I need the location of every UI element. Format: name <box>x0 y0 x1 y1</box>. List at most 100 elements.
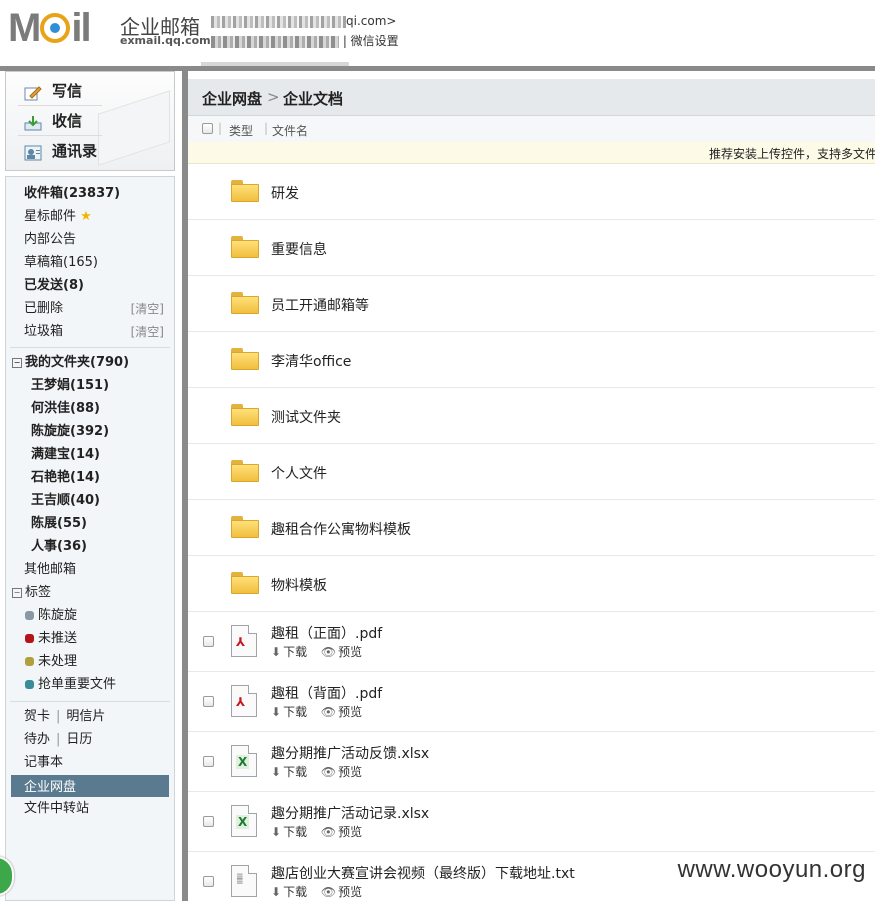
nav-sent[interactable]: 已发送(8) <box>24 276 84 296</box>
eye-icon: 👁 <box>320 885 337 899</box>
preview-link[interactable]: 👁 预览 <box>321 885 362 899</box>
preview-link[interactable]: 👁 预览 <box>321 825 362 839</box>
column-filename[interactable]: 文件名 <box>272 122 308 139</box>
folder-row[interactable]: 趣租合作公寓物料模板 <box>188 500 875 556</box>
preview-link[interactable]: 👁 预览 <box>321 645 362 659</box>
nav-folder[interactable]: 王梦娟(151) <box>31 376 109 396</box>
nav-calendar[interactable]: 日历 <box>66 732 92 747</box>
account-line: | 微信设置 <box>211 32 399 49</box>
folder-icon <box>231 236 259 258</box>
compose-button[interactable]: 写信 <box>24 78 82 104</box>
nav-folder[interactable]: 陈展(55) <box>31 514 87 534</box>
file-row[interactable]: X 趣分期推广活动记录.xlsx ⬇ 下载 👁 预览 <box>188 792 875 852</box>
file-row[interactable]: X 趣分期推广活动反馈.xlsx ⬇ 下载 👁 预览 <box>188 732 875 792</box>
nav-drafts[interactable]: 草稿箱(165) <box>24 253 98 273</box>
contacts-button[interactable]: 通讯录 <box>24 138 97 164</box>
eye-icon: 👁 <box>320 765 337 779</box>
file-name[interactable]: 趣店创业大赛宣讲会视频（最终版）下载地址.txt <box>271 863 575 883</box>
file-name[interactable]: 趣租（正面）.pdf <box>271 623 382 643</box>
download-link[interactable]: ⬇ 下载 <box>271 825 307 839</box>
nav-netdisk-active[interactable]: 企业网盘 <box>11 775 169 797</box>
file-name[interactable]: 趣分期推广活动反馈.xlsx <box>271 743 429 763</box>
nav-my-folders[interactable]: − 我的文件夹(790) <box>12 353 129 373</box>
nav-other-mailbox[interactable]: 其他邮箱 <box>24 560 76 580</box>
file-name[interactable]: 趣租（背面）.pdf <box>271 683 382 703</box>
eye-icon: 👁 <box>320 645 337 659</box>
folder-name[interactable]: 员工开通邮箱等 <box>271 295 369 315</box>
nav-tag[interactable]: 未推送 <box>25 629 77 649</box>
clear-spam-link[interactable]: [清空] <box>131 322 164 342</box>
nav-internal-notices[interactable]: 内部公告 <box>24 230 76 250</box>
folder-name[interactable]: 研发 <box>271 183 299 203</box>
nav-spam[interactable]: 垃圾箱 [清空] <box>24 322 170 342</box>
file-row[interactable]: ⅄ 趣租（正面）.pdf ⬇ 下载 👁 预览 <box>188 612 875 672</box>
nav-folder[interactable]: 人事(36) <box>31 537 87 557</box>
wechat-settings-link[interactable]: 微信设置 <box>351 34 399 48</box>
breadcrumb-root-link[interactable]: 企业网盘 <box>202 88 262 109</box>
folder-name[interactable]: 测试文件夹 <box>271 407 341 427</box>
preview-link[interactable]: 👁 预览 <box>321 765 362 779</box>
qq-mail-logo[interactable]: Mil <box>8 8 116 48</box>
nav-folder[interactable]: 何洪佳(88) <box>31 399 100 419</box>
folder-row[interactable]: 个人文件 <box>188 444 875 500</box>
file-checkbox[interactable] <box>203 756 214 767</box>
clear-deleted-link[interactable]: [清空] <box>131 299 164 319</box>
nav-tags[interactable]: − 标签 <box>12 583 51 603</box>
nav-file-transfer[interactable]: 文件中转站 <box>24 799 89 819</box>
nav-tag[interactable]: 陈旋旋 <box>25 606 77 626</box>
column-type[interactable]: 类型 <box>229 122 253 139</box>
file-name[interactable]: 趣分期推广活动记录.xlsx <box>271 803 429 823</box>
quick-actions-panel: 写信 收信 通讯录 <box>5 71 175 171</box>
upload-plugin-link[interactable]: 推荐安装上传控件，支持多文件 <box>709 145 875 162</box>
nav-greeting-card[interactable]: 贺卡 <box>24 709 50 724</box>
folder-icon <box>231 180 259 202</box>
download-link[interactable]: ⬇ 下载 <box>271 645 307 659</box>
folder-name[interactable]: 李清华office <box>271 351 351 371</box>
file-checkbox[interactable] <box>203 696 214 707</box>
column-header: | 类型 | 文件名 <box>188 116 875 143</box>
folder-icon <box>231 348 259 370</box>
select-all-checkbox[interactable] <box>202 123 213 134</box>
collapse-icon[interactable]: − <box>12 588 22 598</box>
folder-row[interactable]: 员工开通邮箱等 <box>188 276 875 332</box>
divider <box>10 701 170 702</box>
file-checkbox[interactable] <box>203 636 214 647</box>
folder-row[interactable]: 测试文件夹 <box>188 388 875 444</box>
receive-button[interactable]: 收信 <box>24 108 82 134</box>
collapse-icon[interactable]: − <box>12 358 22 368</box>
nav-deleted[interactable]: 已删除 [清空] <box>24 299 170 319</box>
nav-tag[interactable]: 抢单重要文件 <box>25 675 116 695</box>
nav-folder[interactable]: 石艳艳(14) <box>31 468 100 488</box>
folder-row[interactable]: 李清华office <box>188 332 875 388</box>
nav-starred[interactable]: 星标邮件 ★ <box>24 207 92 227</box>
nav-postcard[interactable]: 明信片 <box>66 709 105 724</box>
download-link[interactable]: ⬇ 下载 <box>271 885 307 899</box>
nav-tag[interactable]: 未处理 <box>25 652 77 672</box>
contacts-icon <box>24 143 42 161</box>
file-row[interactable]: ⅄ 趣租（背面）.pdf ⬇ 下载 👁 预览 <box>188 672 875 732</box>
download-link[interactable]: ⬇ 下载 <box>271 765 307 779</box>
file-checkbox[interactable] <box>203 816 214 827</box>
file-actions: ⬇ 下载 👁 预览 <box>271 763 372 780</box>
pdf-icon: ⅄ <box>231 625 257 657</box>
folder-name[interactable]: 趣租合作公寓物料模板 <box>271 519 411 539</box>
folder-name[interactable]: 物料模板 <box>271 575 327 595</box>
download-link[interactable]: ⬇ 下载 <box>271 705 307 719</box>
folder-name[interactable]: 重要信息 <box>271 239 327 259</box>
nav-folder[interactable]: 王吉顺(40) <box>31 491 100 511</box>
divider <box>10 347 170 348</box>
download-arrow-icon: ⬇ <box>271 645 282 659</box>
tag-color-dot <box>25 657 34 666</box>
folder-row[interactable]: 物料模板 <box>188 556 875 612</box>
folder-row[interactable]: 重要信息 <box>188 220 875 276</box>
file-checkbox[interactable] <box>203 876 214 887</box>
folder-row[interactable]: 研发 <box>188 164 875 220</box>
left-sidebar: 写信 收信 通讯录 收件箱(23837) 星标邮件 ★ 内部公告 草稿箱(165… <box>5 71 175 901</box>
nav-todo[interactable]: 待办 <box>24 732 50 747</box>
nav-folder[interactable]: 满建宝(14) <box>31 445 100 465</box>
folder-name[interactable]: 个人文件 <box>271 463 327 483</box>
nav-folder[interactable]: 陈旋旋(392) <box>31 422 109 442</box>
preview-link[interactable]: 👁 预览 <box>321 705 362 719</box>
nav-notebook[interactable]: 记事本 <box>24 753 63 773</box>
nav-inbox[interactable]: 收件箱(23837) <box>24 184 120 204</box>
